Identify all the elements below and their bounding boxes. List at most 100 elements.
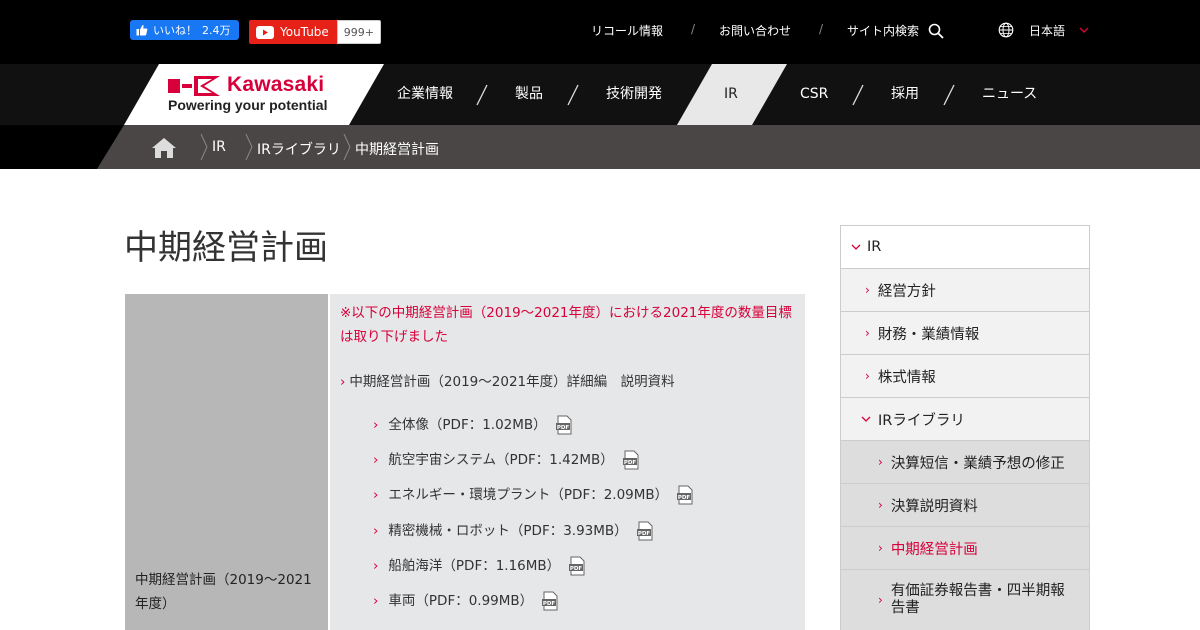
side-nav-subitem-securities-report[interactable]: › 有価証券報告書・四半期報告書 bbox=[841, 570, 1089, 630]
side-nav-label: 財務・業績情報 bbox=[877, 326, 980, 343]
side-nav-item-financial[interactable]: › 財務・業績情報 bbox=[841, 312, 1089, 355]
nav-separator bbox=[567, 84, 579, 106]
breadcrumb-separator bbox=[343, 133, 351, 161]
youtube-label: YouTube bbox=[280, 25, 329, 39]
nav-item-ir[interactable]: IR bbox=[724, 64, 738, 125]
nav-item-recruit[interactable]: 採用 bbox=[891, 64, 919, 125]
svg-text:PDF: PDF bbox=[570, 566, 583, 572]
breadcrumb-item-ir[interactable]: IR bbox=[212, 139, 226, 155]
download-label: 精密機械・ロボット（PDF：3.93MB） bbox=[388, 523, 628, 539]
chevron-right-icon: › bbox=[878, 455, 883, 469]
download-label: エネルギー・環境プラント（PDF：2.09MB） bbox=[388, 487, 669, 503]
home-icon[interactable] bbox=[151, 137, 177, 159]
download-label: 全体像（PDF：1.02MB） bbox=[388, 417, 547, 433]
thumbs-up-icon bbox=[136, 24, 148, 36]
play-icon bbox=[256, 25, 274, 39]
svg-text:PDF: PDF bbox=[543, 601, 556, 607]
nav-separator bbox=[943, 84, 955, 106]
side-nav-item-stock[interactable]: › 株式情報 bbox=[841, 355, 1089, 398]
chevron-right-icon: › bbox=[878, 498, 883, 512]
side-nav-subitem-midterm-plan[interactable]: › 中期経営計画 bbox=[841, 527, 1089, 570]
chevron-right-icon: › bbox=[373, 417, 379, 433]
pdf-icon: PDF bbox=[636, 521, 653, 541]
kawasaki-river-mark-logo bbox=[168, 76, 220, 96]
nav-item-products[interactable]: 製品 bbox=[515, 64, 543, 125]
globe-icon bbox=[998, 22, 1014, 38]
svg-text:PDF: PDF bbox=[678, 495, 691, 501]
download-label: 船舶海洋（PDF：1.16MB） bbox=[388, 558, 561, 574]
side-nav-label: 経営方針 bbox=[877, 283, 936, 300]
download-link[interactable]: › エネルギー・環境プラント（PDF：2.09MB） PDF bbox=[373, 484, 695, 506]
brand-name: Kawasaki bbox=[227, 73, 325, 96]
youtube-count: 999+ bbox=[336, 20, 382, 44]
pdf-icon: PDF bbox=[622, 450, 639, 470]
chevron-right-icon: › bbox=[373, 452, 379, 468]
side-nav-label: 有価証券報告書・四半期報告書 bbox=[890, 583, 1065, 616]
youtube-button[interactable]: YouTube bbox=[249, 20, 337, 44]
breadcrumb-item-ir-library[interactable]: IRライブラリ bbox=[257, 139, 341, 159]
chevron-right-icon: › bbox=[865, 283, 870, 297]
pdf-icon: PDF bbox=[555, 415, 572, 435]
pdf-icon: PDF bbox=[677, 485, 693, 505]
facebook-like-button[interactable]: いいね！ 2.4万 bbox=[130, 20, 239, 40]
download-link[interactable]: › 航空宇宙システム（PDF：1.42MB） PDF bbox=[373, 449, 641, 471]
svg-text:PDF: PDF bbox=[557, 425, 570, 431]
download-link[interactable]: › 精密機械・ロボット（PDF：3.93MB） PDF bbox=[373, 520, 655, 542]
subheading: › 中期経営計画（2019～2021年度）詳細編 説明資料 bbox=[340, 370, 675, 390]
nav-item-technology[interactable]: 技術開発 bbox=[606, 64, 662, 125]
utility-separator: / bbox=[691, 22, 696, 36]
side-nav-label-current: 中期経営計画 bbox=[890, 541, 978, 558]
recall-link[interactable]: リコール情報 bbox=[591, 22, 663, 39]
chevron-right-icon: › bbox=[373, 593, 379, 609]
subheading-label: 中期経営計画（2019～2021年度）詳細編 説明資料 bbox=[349, 374, 675, 390]
download-label: 車両（PDF：0.99MB） bbox=[388, 593, 534, 609]
nav-item-csr[interactable]: CSR bbox=[800, 64, 828, 125]
search-icon[interactable] bbox=[928, 23, 944, 39]
row-label: 中期経営計画（2019～2021年度） bbox=[135, 572, 312, 612]
side-nav-item-policy[interactable]: › 経営方針 bbox=[841, 269, 1089, 312]
language-selector[interactable]: 日本語 bbox=[1029, 22, 1065, 39]
utility-separator: / bbox=[819, 22, 824, 36]
chevron-down-icon bbox=[861, 416, 871, 422]
site-search-link[interactable]: サイト内検索 bbox=[847, 22, 919, 39]
chevron-right-icon: › bbox=[373, 523, 379, 539]
nav-separator bbox=[852, 84, 864, 106]
chevron-down-icon bbox=[851, 244, 861, 250]
svg-text:PDF: PDF bbox=[638, 531, 651, 537]
chevron-right-icon: › bbox=[878, 593, 883, 607]
contact-link[interactable]: お問い合わせ bbox=[719, 22, 791, 39]
download-label: 航空宇宙システム（PDF：1.42MB） bbox=[388, 452, 614, 468]
facebook-like-count: 2.4万 bbox=[202, 24, 231, 37]
pdf-icon: PDF bbox=[542, 591, 558, 611]
nav-item-company[interactable]: 企業情報 bbox=[397, 64, 453, 125]
side-nav-item-ir-library[interactable]: IRライブラリ bbox=[841, 398, 1089, 441]
brand-tagline: Powering your potential bbox=[168, 97, 328, 113]
side-nav-label: IRライブラリ bbox=[878, 412, 965, 429]
side-nav-label: 株式情報 bbox=[877, 369, 936, 386]
download-link[interactable]: › 船舶海洋（PDF：1.16MB） PDF bbox=[373, 555, 587, 577]
chevron-right-icon: › bbox=[340, 374, 346, 390]
table-row-header: 中期経営計画（2019～2021年度） bbox=[125, 294, 328, 630]
download-link[interactable]: › 車両（PDF：0.99MB） PDF bbox=[373, 590, 560, 612]
side-nav-subitem-earnings[interactable]: › 決算短信・業績予想の修正 bbox=[841, 441, 1089, 484]
side-nav-label: IR bbox=[867, 239, 882, 255]
chevron-right-icon: › bbox=[878, 541, 883, 555]
facebook-like-label: いいね！ bbox=[153, 24, 197, 37]
side-nav-label: 決算説明資料 bbox=[890, 498, 978, 515]
side-nav-subitem-presentations[interactable]: › 決算説明資料 bbox=[841, 484, 1089, 527]
breadcrumb-item-current: 中期経営計画 bbox=[355, 142, 439, 158]
svg-text:PDF: PDF bbox=[624, 460, 637, 466]
notice-text: ※以下の中期経営計画（2019～2021年度）における2021年度の数量目標は取… bbox=[340, 305, 792, 345]
download-link[interactable]: › 全体像（PDF：1.02MB） PDF bbox=[373, 414, 574, 436]
side-nav-root-ir[interactable]: IR bbox=[841, 226, 1089, 269]
breadcrumb-separator bbox=[245, 133, 253, 161]
youtube-subscribe[interactable]: YouTube 999+ bbox=[249, 20, 382, 44]
nav-separator bbox=[476, 84, 488, 106]
breadcrumb-separator bbox=[200, 133, 208, 161]
chevron-right-icon: › bbox=[865, 326, 870, 340]
pdf-icon: PDF bbox=[569, 556, 585, 576]
side-nav-label: 決算短信・業績予想の修正 bbox=[890, 455, 1065, 472]
side-nav: IR › 経営方針 › 財務・業績情報 › 株式情報 IRライブラリ › 決算短… bbox=[840, 225, 1090, 630]
nav-item-news[interactable]: ニュース bbox=[982, 64, 1037, 125]
chevron-down-icon[interactable] bbox=[1079, 25, 1089, 35]
